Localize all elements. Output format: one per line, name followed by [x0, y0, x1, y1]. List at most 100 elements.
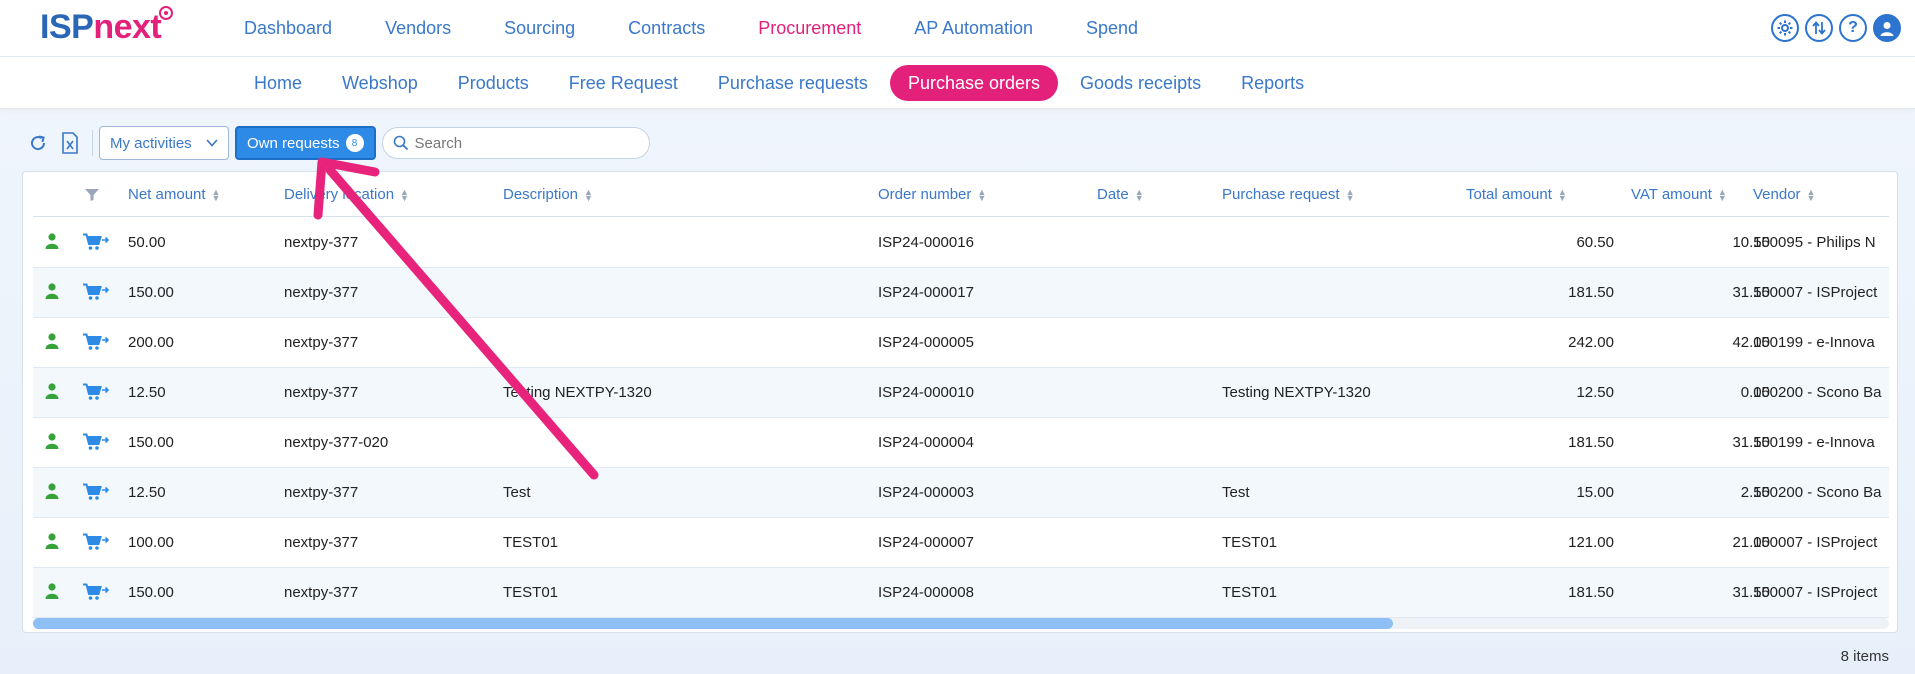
column-total-amount[interactable]: Total amount ▲ ▼	[1466, 172, 1567, 217]
tab-home[interactable]: Home	[236, 65, 320, 101]
own-requests-label: Own requests	[247, 134, 340, 152]
user-icon[interactable]	[45, 583, 59, 604]
cell-order-number: ISP24-000005	[878, 334, 974, 351]
cell-net-amount: 200.00	[128, 334, 174, 351]
column-vat-amount[interactable]: VAT amount ▲ ▼	[1631, 172, 1727, 217]
toolbar-divider	[92, 130, 93, 156]
column-purchase-request[interactable]: Purchase request ▲ ▼	[1222, 172, 1355, 217]
column-delivery-location[interactable]: Delivery location ▲ ▼	[284, 172, 409, 217]
cell-order-number: ISP24-000017	[878, 284, 974, 301]
cart-arrow-icon[interactable]	[83, 583, 110, 606]
user-icon[interactable]	[45, 233, 59, 254]
swap-icon[interactable]	[1805, 14, 1833, 42]
user-icon[interactable]	[45, 283, 59, 304]
table-row[interactable]: 150.00 nextpy-377-020 ISP24-000004 181.50 31…	[33, 418, 1889, 468]
user-icon[interactable]	[45, 533, 59, 554]
nav-item-procurement[interactable]: Procurement	[758, 18, 861, 39]
table-row[interactable]: 12.50 nextpy-377 Testing NEXTPY-1320 ISP24-…	[33, 368, 1889, 418]
cell-vendor: 150007 - ISProject	[1753, 284, 1878, 301]
sort-icon: ▲ ▼	[1806, 187, 1816, 204]
table-row[interactable]: 100.00 nextpy-377 TEST01 ISP24-000007 TEST01…	[33, 518, 1889, 568]
cell-description: TEST01	[503, 534, 559, 551]
tab-reports[interactable]: Reports	[1223, 65, 1322, 101]
own-requests-button[interactable]: Own requests 8	[235, 126, 376, 160]
own-requests-count-badge: 8	[345, 134, 364, 152]
logo-isp: ISP	[40, 8, 94, 46]
nav-item-dashboard[interactable]: Dashboard	[244, 18, 332, 39]
tab-purchase-orders[interactable]: Purchase orders	[889, 65, 1059, 101]
nav-item-ap-automation[interactable]: AP Automation	[914, 18, 1033, 39]
column-order-number[interactable]: Order number ▲ ▼	[878, 172, 986, 217]
cart-arrow-icon[interactable]	[83, 433, 110, 456]
filter-icon[interactable]	[85, 172, 99, 217]
column-date[interactable]: Date ▲ ▼	[1097, 172, 1144, 217]
activities-select[interactable]: My activities	[99, 126, 229, 160]
table-row[interactable]: 150.00 nextpy-377 TEST01 ISP24-000008 TEST01…	[33, 568, 1889, 618]
cell-delivery-location: nextpy-377	[284, 384, 359, 401]
cell-purchase-request: TEST01	[1222, 534, 1278, 551]
nav-item-vendors[interactable]: Vendors	[385, 18, 451, 39]
cell-total-amount: 60.50	[1576, 234, 1614, 251]
nav-item-sourcing[interactable]: Sourcing	[504, 18, 575, 39]
cell-purchase-request: Test	[1222, 484, 1250, 501]
grid-toolbar: My activities Own requests 8	[26, 126, 650, 160]
cell-order-number: ISP24-000004	[878, 434, 974, 451]
sort-icon: ▲ ▼	[211, 187, 221, 204]
cell-description: Testing NEXTPY-1320	[503, 384, 652, 401]
user-icon[interactable]	[45, 333, 59, 354]
activities-select-value: My activities	[110, 134, 192, 152]
help-icon[interactable]: ?	[1839, 14, 1867, 42]
tab-webshop[interactable]: Webshop	[324, 65, 436, 101]
cell-net-amount: 100.00	[128, 534, 174, 551]
table-row[interactable]: 50.00 nextpy-377 ISP24-000016 60.50 10.50 150…	[33, 218, 1889, 268]
cell-net-amount: 50.00	[128, 234, 166, 251]
grid-header: Net amount ▲ ▼ Delivery location ▲ ▼ Descrip…	[33, 172, 1889, 217]
cell-purchase-request: Testing NEXTPY-1320	[1222, 384, 1371, 401]
tab-free-request[interactable]: Free Request	[551, 65, 696, 101]
cart-arrow-icon[interactable]	[83, 483, 110, 506]
cart-arrow-icon[interactable]	[83, 383, 110, 406]
cell-vendor: 150199 - e-Innova	[1753, 434, 1875, 451]
gear-icon[interactable]	[1771, 14, 1799, 42]
table-row[interactable]: 12.50 nextpy-377 Test ISP24-000003 Test 15.00…	[33, 468, 1889, 518]
nav-item-spend[interactable]: Spend	[1086, 18, 1138, 39]
cart-arrow-icon[interactable]	[83, 333, 110, 356]
cell-net-amount: 12.50	[128, 384, 166, 401]
user-icon[interactable]	[45, 383, 59, 404]
excel-export-icon[interactable]	[58, 131, 82, 155]
items-count: 8 items	[1840, 648, 1889, 665]
tab-products[interactable]: Products	[440, 65, 547, 101]
search-input[interactable]	[414, 134, 635, 152]
column-description[interactable]: Description ▲ ▼	[503, 172, 593, 217]
scrollbar-thumb[interactable]	[33, 618, 1393, 629]
cart-arrow-icon[interactable]	[83, 533, 110, 556]
horizontal-scrollbar[interactable]	[33, 618, 1889, 629]
tab-purchase-requests[interactable]: Purchase requests	[700, 65, 886, 101]
column-vendor[interactable]: Vendor ▲ ▼	[1753, 172, 1815, 217]
sub-nav: Home Webshop Products Free Request Purchase …	[236, 65, 1326, 101]
table-row[interactable]: 200.00 nextpy-377 ISP24-000005 242.00 42.00 1…	[33, 318, 1889, 368]
cell-vat-amount: 0.00	[1740, 384, 1770, 401]
refresh-icon[interactable]	[26, 131, 50, 155]
cart-arrow-icon[interactable]	[83, 233, 110, 256]
user-icon[interactable]	[45, 483, 59, 504]
ispnext-logo[interactable]: ISPnext	[40, 6, 174, 48]
cell-description: Test	[503, 484, 531, 501]
column-total-amount-label: Total amount	[1466, 186, 1552, 203]
nav-item-contracts[interactable]: Contracts	[628, 18, 705, 39]
column-delivery-location-label: Delivery location	[284, 186, 395, 203]
column-date-label: Date	[1097, 186, 1129, 203]
table-row[interactable]: 150.00 nextpy-377 ISP24-000017 181.50 31.50 1…	[33, 268, 1889, 318]
cell-purchase-request: TEST01	[1222, 584, 1278, 601]
cell-vat-amount: 31.50	[1732, 434, 1770, 451]
tab-goods-receipts[interactable]: Goods receipts	[1062, 65, 1219, 101]
cell-vendor: 150007 - ISProject	[1753, 534, 1878, 551]
user-icon[interactable]	[45, 433, 59, 454]
account-icon[interactable]	[1873, 14, 1901, 42]
cart-arrow-icon[interactable]	[83, 283, 110, 306]
sort-icon: ▲ ▼	[1134, 187, 1144, 204]
cell-total-amount: 121.00	[1568, 534, 1614, 551]
cell-vat-amount: 42.00	[1732, 334, 1770, 351]
column-net-amount[interactable]: Net amount ▲ ▼	[128, 172, 220, 217]
sort-icon: ▲ ▼	[1557, 187, 1567, 204]
